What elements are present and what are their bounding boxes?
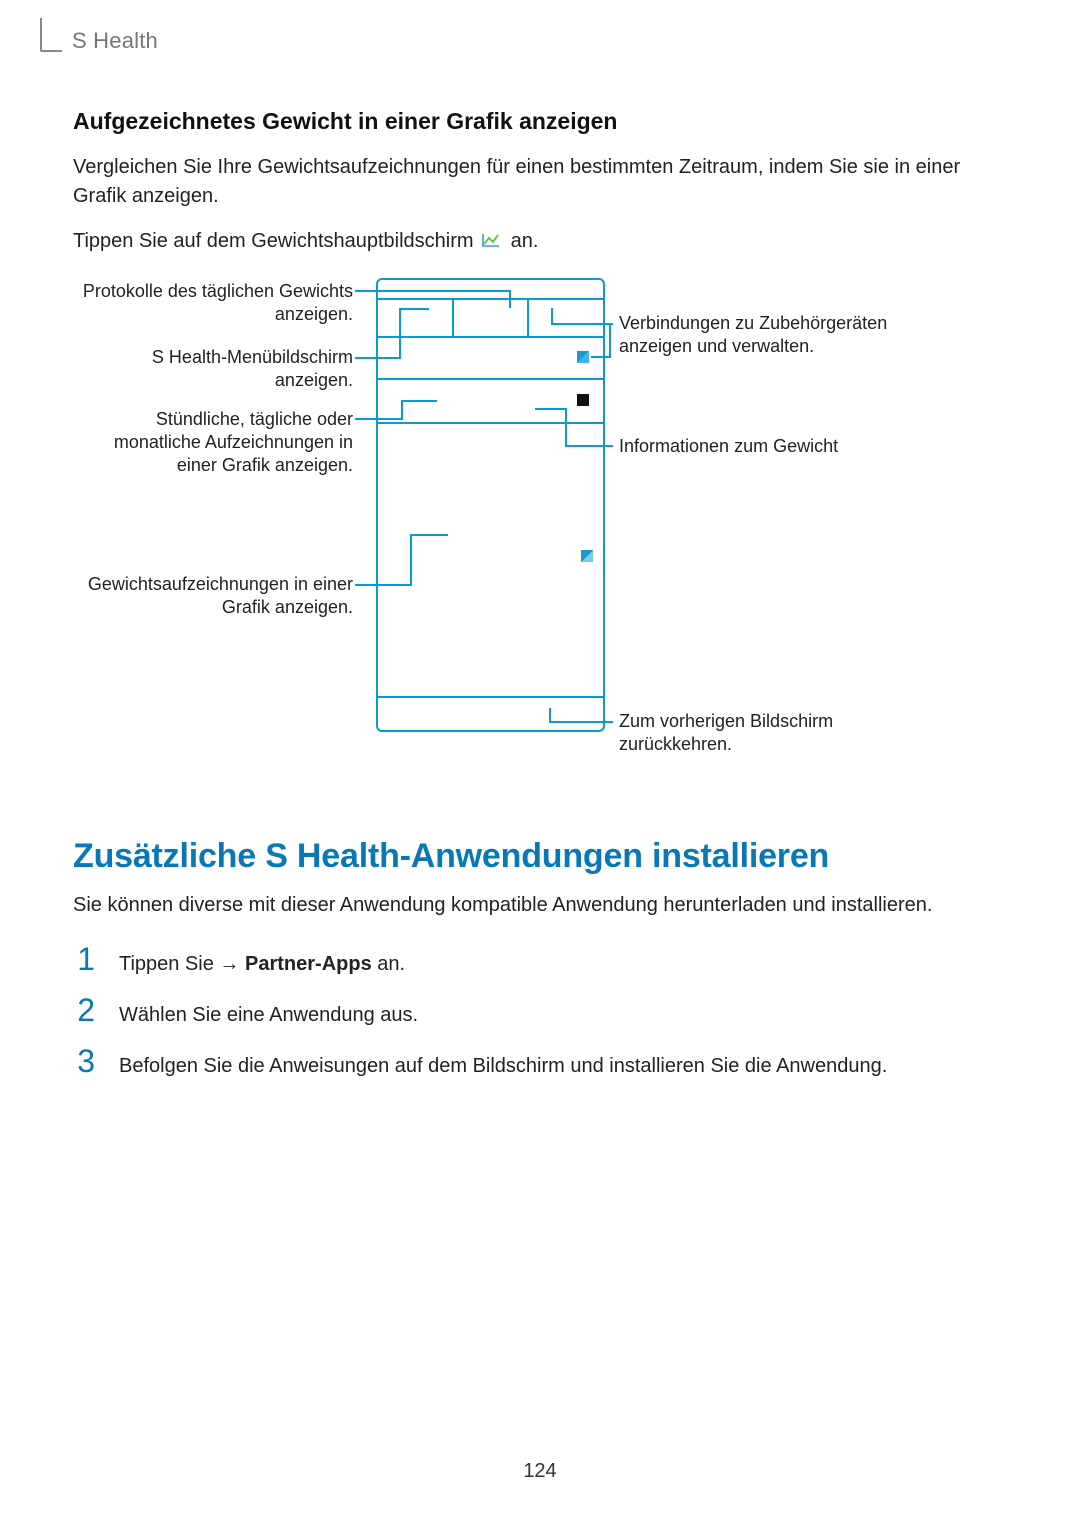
section1-para2-pre: Tippen Sie auf dem Gewichtshauptbildschi…	[73, 230, 479, 252]
conn-r3-h	[549, 721, 613, 723]
conn-r1b-h	[591, 356, 611, 358]
dropdown-icon	[577, 394, 589, 406]
step-3: 3 Befolgen Sie die Anweisungen auf dem B…	[73, 1045, 1007, 1078]
section1-heading: Aufgezeichnetes Gewicht in einer Grafik …	[73, 108, 1007, 135]
device-navbar	[378, 700, 603, 730]
callout-left-4: Gewichtsaufzeichnungen in einer Grafik a…	[73, 573, 353, 619]
callout-left-1: Protokolle des täglichen Gewichts anzeig…	[73, 280, 353, 326]
section2-para: Sie können diverse mit dieser Anwendung …	[73, 894, 1007, 917]
step-text: Wählen Sie eine Anwendung aus.	[119, 1004, 418, 1027]
diagram: Protokolle des täglichen Gewichts anzeig…	[73, 278, 1007, 773]
conn-l4-v	[410, 534, 412, 586]
accessory-icon	[577, 351, 589, 363]
step-2: 2 Wählen Sie eine Anwendung aus.	[73, 994, 1007, 1027]
step-number: 3	[73, 1045, 95, 1077]
conn-l3-v	[401, 400, 403, 420]
device-range-row	[378, 380, 603, 424]
conn-l2-h2	[399, 308, 429, 310]
callout-right-3: Zum vorherigen Bildschirm zurückkehren.	[619, 710, 939, 756]
conn-l4-h	[355, 584, 412, 586]
device-tab-logs	[454, 300, 530, 336]
step-number: 2	[73, 994, 95, 1026]
callout-left-2: S Health-Menübildschirm anzeigen.	[73, 346, 353, 392]
device-tab-more	[529, 300, 603, 336]
step1-post: an.	[372, 953, 405, 975]
steps-list: 1 Tippen Sie → Partner-Apps an. 2 Wählen…	[73, 943, 1007, 1078]
conn-l3-h	[355, 418, 403, 420]
conn-l4-h2	[410, 534, 448, 536]
step1-pre: Tippen Sie →	[119, 953, 245, 975]
header-title: S Health	[72, 28, 158, 54]
conn-r1-v	[551, 308, 553, 325]
page-content: Aufgezeichnetes Gewicht in einer Grafik …	[73, 108, 1007, 1096]
conn-r3-v	[549, 708, 551, 723]
section2-title: Zusätzliche S Health-Anwendungen install…	[73, 837, 1007, 876]
callout-right-1: Verbindungen zu Zubehörgeräten anzeigen …	[619, 312, 939, 358]
device-tabs-row	[378, 298, 603, 338]
section1-para2: Tippen Sie auf dem Gewichtshauptbildschi…	[73, 227, 1007, 256]
step-number: 1	[73, 943, 95, 975]
chart-icon	[481, 232, 501, 248]
data-point-icon	[581, 550, 593, 562]
section1-para1: Vergleichen Sie Ihre Gewichtsaufzeichnun…	[73, 153, 1007, 211]
page-number: 124	[0, 1460, 1080, 1483]
section1-para2-post: an.	[505, 230, 538, 252]
conn-l2-h	[355, 357, 401, 359]
page-header: S Health	[40, 28, 158, 62]
device-frame	[376, 278, 605, 732]
conn-l2-v	[399, 308, 401, 359]
callout-right-2: Informationen zum Gewicht	[619, 435, 939, 458]
header-ornament	[40, 18, 62, 52]
conn-r2-v	[565, 408, 567, 447]
conn-r2-h	[565, 445, 613, 447]
conn-l1-v	[509, 290, 511, 308]
conn-l1-h	[355, 290, 511, 292]
step-text: Tippen Sie → Partner-Apps an.	[119, 953, 405, 976]
callout-left-3: Stündliche, tägliche oder monatliche Auf…	[73, 408, 353, 477]
conn-l3-h2	[401, 400, 437, 402]
conn-r1b-v	[609, 323, 611, 358]
device-tab-menu	[378, 300, 454, 336]
step-1: 1 Tippen Sie → Partner-Apps an.	[73, 943, 1007, 976]
conn-r1-h	[553, 323, 613, 325]
device-statusbar	[378, 280, 603, 298]
conn-r2-h2	[535, 408, 567, 410]
step-text: Befolgen Sie die Anweisungen auf dem Bil…	[119, 1055, 887, 1078]
step1-bold: Partner-Apps	[245, 953, 372, 975]
diagram-wrap: Protokolle des täglichen Gewichts anzeig…	[73, 278, 1007, 773]
device-control-row	[378, 338, 603, 380]
